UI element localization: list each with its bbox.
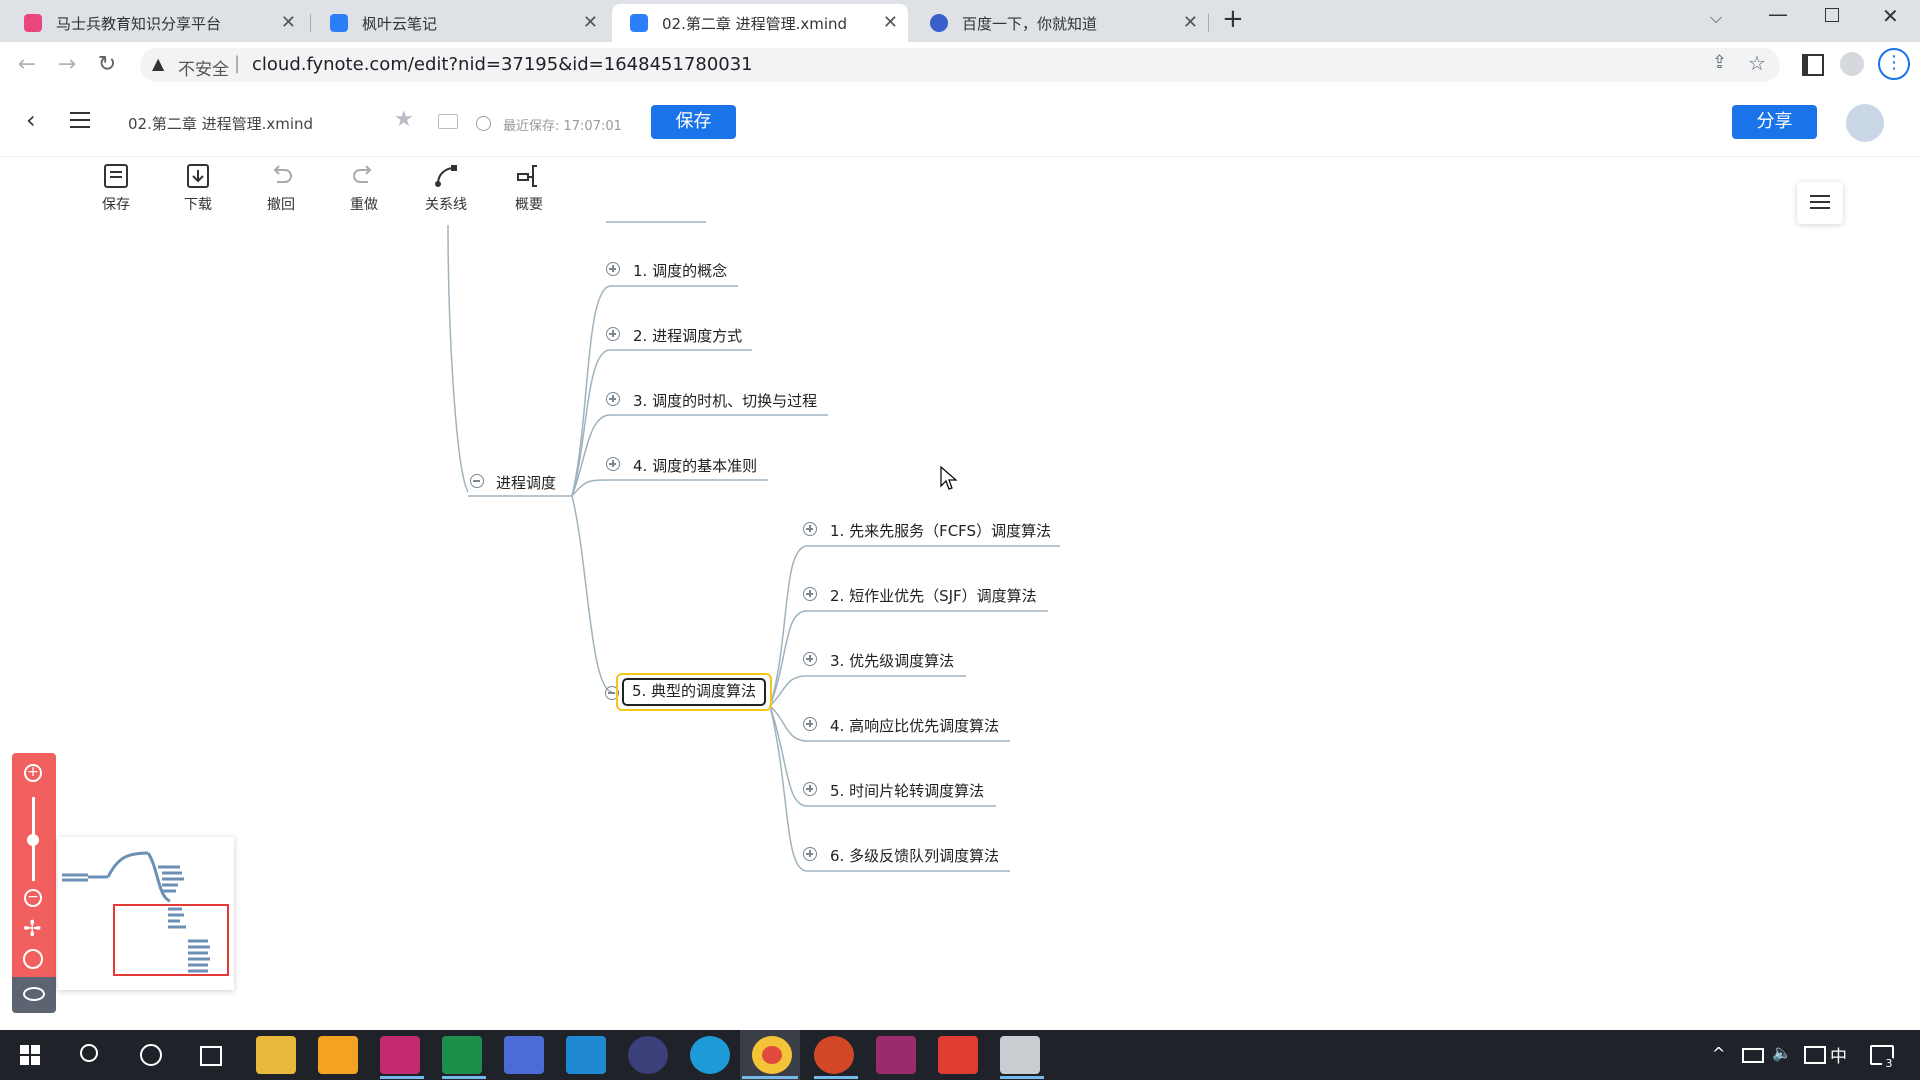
expand-toggle-icon[interactable] [803,587,817,601]
vscode-icon[interactable] [566,1036,606,1074]
search-icon[interactable] [80,1044,98,1062]
xmind-icon[interactable] [938,1036,978,1074]
task-view-icon[interactable] [200,1046,222,1066]
chrome-icon[interactable] [752,1036,792,1074]
zoom-slider-handle[interactable] [27,834,39,846]
running-indicator [1000,1076,1044,1079]
file-explorer-icon[interactable] [256,1036,296,1074]
minimap[interactable] [58,837,234,990]
eclipse-icon[interactable] [628,1036,668,1074]
mouse-cursor-icon [940,466,958,490]
running-indicator [442,1076,486,1079]
expand-toggle-icon[interactable] [803,522,817,536]
volume-icon[interactable]: 🔈 [1772,1043,1792,1062]
expand-toggle-icon[interactable] [606,457,620,471]
intellij-icon[interactable] [380,1036,420,1074]
node-algorithm-1[interactable]: 1. 先来先服务（FCFS）调度算法 [830,520,1051,541]
battery-icon[interactable] [1742,1048,1764,1063]
expand-toggle-icon[interactable] [606,262,620,276]
start-icon[interactable] [20,1045,40,1065]
pdf-icon[interactable] [876,1036,916,1074]
expand-toggle-icon[interactable] [803,717,817,731]
move-icon[interactable]: ✢ [23,917,41,942]
minimap-preview [62,851,229,976]
node-algorithm-4[interactable]: 4. 高响应比优先调度算法 [830,715,999,736]
mindmap-connectors [447,221,1060,872]
center-icon[interactable] [23,949,43,969]
tray-expand-icon[interactable]: ^ [1712,1044,1725,1063]
running-indicator [742,1076,798,1079]
expand-toggle-icon[interactable] [803,782,817,796]
running-indicator [380,1076,424,1079]
node-algorithm-5[interactable]: 5. 时间片轮转调度算法 [830,780,984,801]
mail-icon[interactable] [1000,1036,1040,1074]
node-child-4[interactable]: 4. 调度的基本准则 [633,455,757,476]
node-algorithm-6[interactable]: 6. 多级反馈队列调度算法 [830,845,999,866]
running-indicator [814,1076,858,1079]
network-icon[interactable] [1804,1046,1826,1064]
notification-count: 3 [1882,1057,1896,1071]
eye-icon [23,987,45,1001]
edge-icon[interactable] [690,1036,730,1074]
goland-icon[interactable] [504,1036,544,1074]
node-typical-algorithms-selected[interactable]: 5. 典型的调度算法 [622,678,766,706]
zoom-control-panel: + − ✢ [12,753,56,1013]
pycharm-icon[interactable] [442,1036,482,1074]
node-child-3[interactable]: 3. 调度的时机、切换与过程 [633,390,817,411]
cortana-icon[interactable] [140,1044,162,1066]
ime-indicator[interactable]: 中 [1830,1042,1847,1067]
node-process-scheduling[interactable]: 进程调度 [496,472,556,493]
expand-toggle-icon[interactable] [606,392,620,406]
node-child-1[interactable]: 1. 调度的概念 [633,260,727,281]
expand-toggle-icon[interactable] [803,652,817,666]
expand-toggle-icon[interactable] [803,847,817,861]
zoom-out-icon[interactable]: − [24,889,42,907]
collapse-toggle-icon[interactable] [470,474,484,488]
minimap-toggle-button[interactable] [12,977,56,1013]
powerpoint-icon[interactable] [814,1036,854,1074]
node-algorithm-3[interactable]: 3. 优先级调度算法 [830,650,954,671]
app-icon[interactable] [318,1036,358,1074]
node-algorithm-2[interactable]: 2. 短作业优先（SJF）调度算法 [830,585,1037,606]
node-child-2[interactable]: 2. 进程调度方式 [633,325,742,346]
expand-toggle-icon[interactable] [606,327,620,341]
zoom-in-icon[interactable]: + [24,764,42,782]
